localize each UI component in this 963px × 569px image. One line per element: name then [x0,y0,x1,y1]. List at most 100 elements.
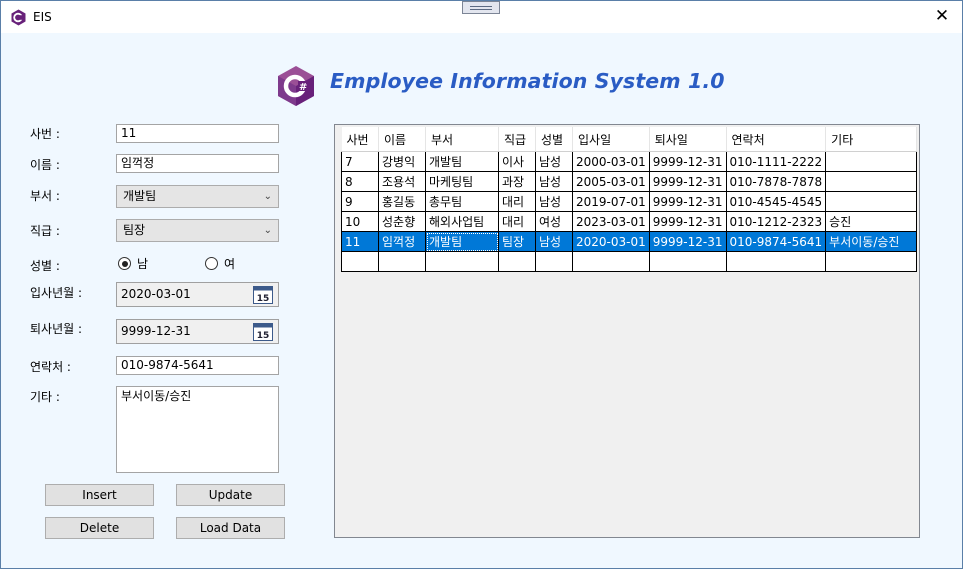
hire-date-label: 입사년월 : [30,286,83,300]
table-cell[interactable]: 마케팅팀 [425,171,499,192]
table-cell[interactable]: 010-7878-7878 [726,171,827,192]
table-cell[interactable]: 2019-07-01 [572,191,650,212]
table-cell[interactable] [378,251,426,272]
table-cell[interactable]: 대리 [498,211,536,232]
main-window: EIS ✕ # Employee Information System 1.0 … [0,0,963,569]
table-cell[interactable]: 7 [341,151,379,172]
table-cell[interactable]: 임꺽정 [378,231,426,252]
hire-date-picker[interactable]: 2020-03-01 15 [116,282,279,307]
column-header[interactable]: 기타 [825,127,918,152]
table-cell[interactable]: 9999-12-31 [649,151,727,172]
table-cell[interactable]: 9 [341,191,379,212]
table-cell[interactable] [425,251,499,272]
title-grip-handle[interactable] [462,1,500,14]
table-cell[interactable]: 2005-03-01 [572,171,650,192]
table-cell[interactable] [341,251,379,272]
table-cell[interactable]: 8 [341,171,379,192]
load-data-button[interactable]: Load Data [176,517,285,539]
table-cell[interactable]: 해외사업팀 [425,211,499,232]
table-cell[interactable]: 010-1111-2222 [726,151,827,172]
table-row[interactable]: 7 강병익 개발팀 이사 남성 2000-03-01 9999-12-31 010-1111-… [341,151,918,172]
new-row-placeholder[interactable] [341,251,918,272]
table-cell[interactable]: 2020-03-01 [572,231,650,252]
memo-textarea[interactable]: 부서이동/승진 [116,386,279,473]
column-header[interactable]: 퇴사일 [649,127,727,152]
table-row[interactable]: 9 홍길동 총무팀 대리 남성 2019-07-01 9999-12-31 010-4545-… [341,191,918,212]
table-cell[interactable]: 2000-03-01 [572,151,650,172]
table-cell[interactable]: 남성 [535,191,573,212]
table-cell[interactable]: 여성 [535,211,573,232]
table-cell[interactable]: 개발팀 [425,231,499,252]
leave-date-picker[interactable]: 9999-12-31 15 [116,319,279,344]
table-cell[interactable] [649,251,727,272]
department-selected-value: 개발팀 [123,189,157,203]
table-cell[interactable] [825,171,918,192]
rank-selected-value: 팀장 [123,223,146,237]
table-row[interactable]: 8 조용석 마케팅팀 과장 남성 2005-03-01 9999-12-31 010-7878… [341,171,918,192]
rank-select[interactable]: 팀장 ⌄ [116,219,279,242]
table-cell[interactable]: 남성 [535,171,573,192]
table-cell[interactable]: 10 [341,211,379,232]
table-cell[interactable]: 개발팀 [425,151,499,172]
table-cell[interactable]: 남성 [535,151,573,172]
table-cell[interactable] [726,251,827,272]
table-row[interactable]: 10 성춘향 해외사업팀 대리 여성 2023-03-01 9999-12-31 010-12… [341,211,918,232]
table-cell[interactable]: 홍길동 [378,191,426,212]
table-cell[interactable] [825,191,918,212]
insert-button[interactable]: Insert [45,484,154,506]
gender-female-radio[interactable]: 여 [205,255,235,272]
department-select[interactable]: 개발팀 ⌄ [116,185,279,208]
column-header[interactable]: 사번 [341,127,379,152]
leave-date-label: 퇴사년월 : [30,322,83,336]
table-cell[interactable]: 2023-03-01 [572,211,650,232]
table-cell[interactable]: 조용석 [378,171,426,192]
calendar-icon[interactable]: 15 [253,322,273,341]
column-header[interactable]: 직급 [498,127,536,152]
table-cell[interactable]: 9999-12-31 [649,211,727,232]
table-cell[interactable]: 부서이동/승진 [825,231,918,252]
radio-unchecked-icon [205,257,218,270]
csharp-logo-icon: # [278,66,314,106]
table-cell[interactable] [825,151,918,172]
gender-male-radio[interactable]: 남 [118,255,148,272]
table-cell[interactable] [825,251,918,272]
calendar-icon[interactable]: 15 [253,285,273,304]
table-cell[interactable]: 성춘향 [378,211,426,232]
table-cell[interactable] [572,251,650,272]
column-header[interactable]: 입사일 [572,127,650,152]
table-cell[interactable]: 팀장 [498,231,536,252]
table-cell[interactable]: 11 [341,231,379,252]
table-cell[interactable]: 강병익 [378,151,426,172]
column-header[interactable]: 성별 [535,127,573,152]
delete-button[interactable]: Delete [45,517,154,539]
chevron-down-icon: ⌄ [263,225,272,236]
table-cell[interactable]: 이사 [498,151,536,172]
update-button[interactable]: Update [176,484,285,506]
table-cell[interactable]: 대리 [498,191,536,212]
employee-id-input[interactable]: 11 [116,124,279,143]
app-icon [11,9,26,26]
column-header[interactable]: 부서 [425,127,499,152]
table-cell[interactable] [498,251,536,272]
table-cell[interactable]: 010-1212-2323 [726,211,827,232]
table-cell[interactable]: 9999-12-31 [649,191,727,212]
title-bar[interactable]: EIS ✕ [1,1,962,33]
app-header-title: Employee Information System 1.0 [330,69,725,93]
table-cell[interactable]: 과장 [498,171,536,192]
column-header[interactable]: 연락처 [726,127,827,152]
table-cell[interactable]: 남성 [535,231,573,252]
employee-data-grid[interactable]: 사번 이름 부서 직급 성별 입사일 퇴사일 연락처 기타 7 강병익 개발팀 이사 남성 2000-03… [334,124,920,538]
name-input[interactable]: 임꺽정 [116,154,279,173]
contact-input[interactable]: 010-9874-5641 [116,356,279,375]
table-cell[interactable]: 9999-12-31 [649,231,727,252]
table-cell[interactable] [535,251,573,272]
table-cell[interactable]: 010-9874-5641 [726,231,827,252]
close-button[interactable]: ✕ [922,1,962,33]
table-row[interactable]: 11 임꺽정 개발팀 팀장 남성 2020-03-01 9999-12-31 010-9874… [341,231,918,252]
table-cell[interactable]: 010-4545-4545 [726,191,827,212]
table-cell[interactable]: 총무팀 [425,191,499,212]
column-header[interactable]: 이름 [378,127,426,152]
name-label: 이름 : [30,158,60,172]
table-cell[interactable]: 9999-12-31 [649,171,727,192]
table-cell[interactable]: 승진 [825,211,918,232]
